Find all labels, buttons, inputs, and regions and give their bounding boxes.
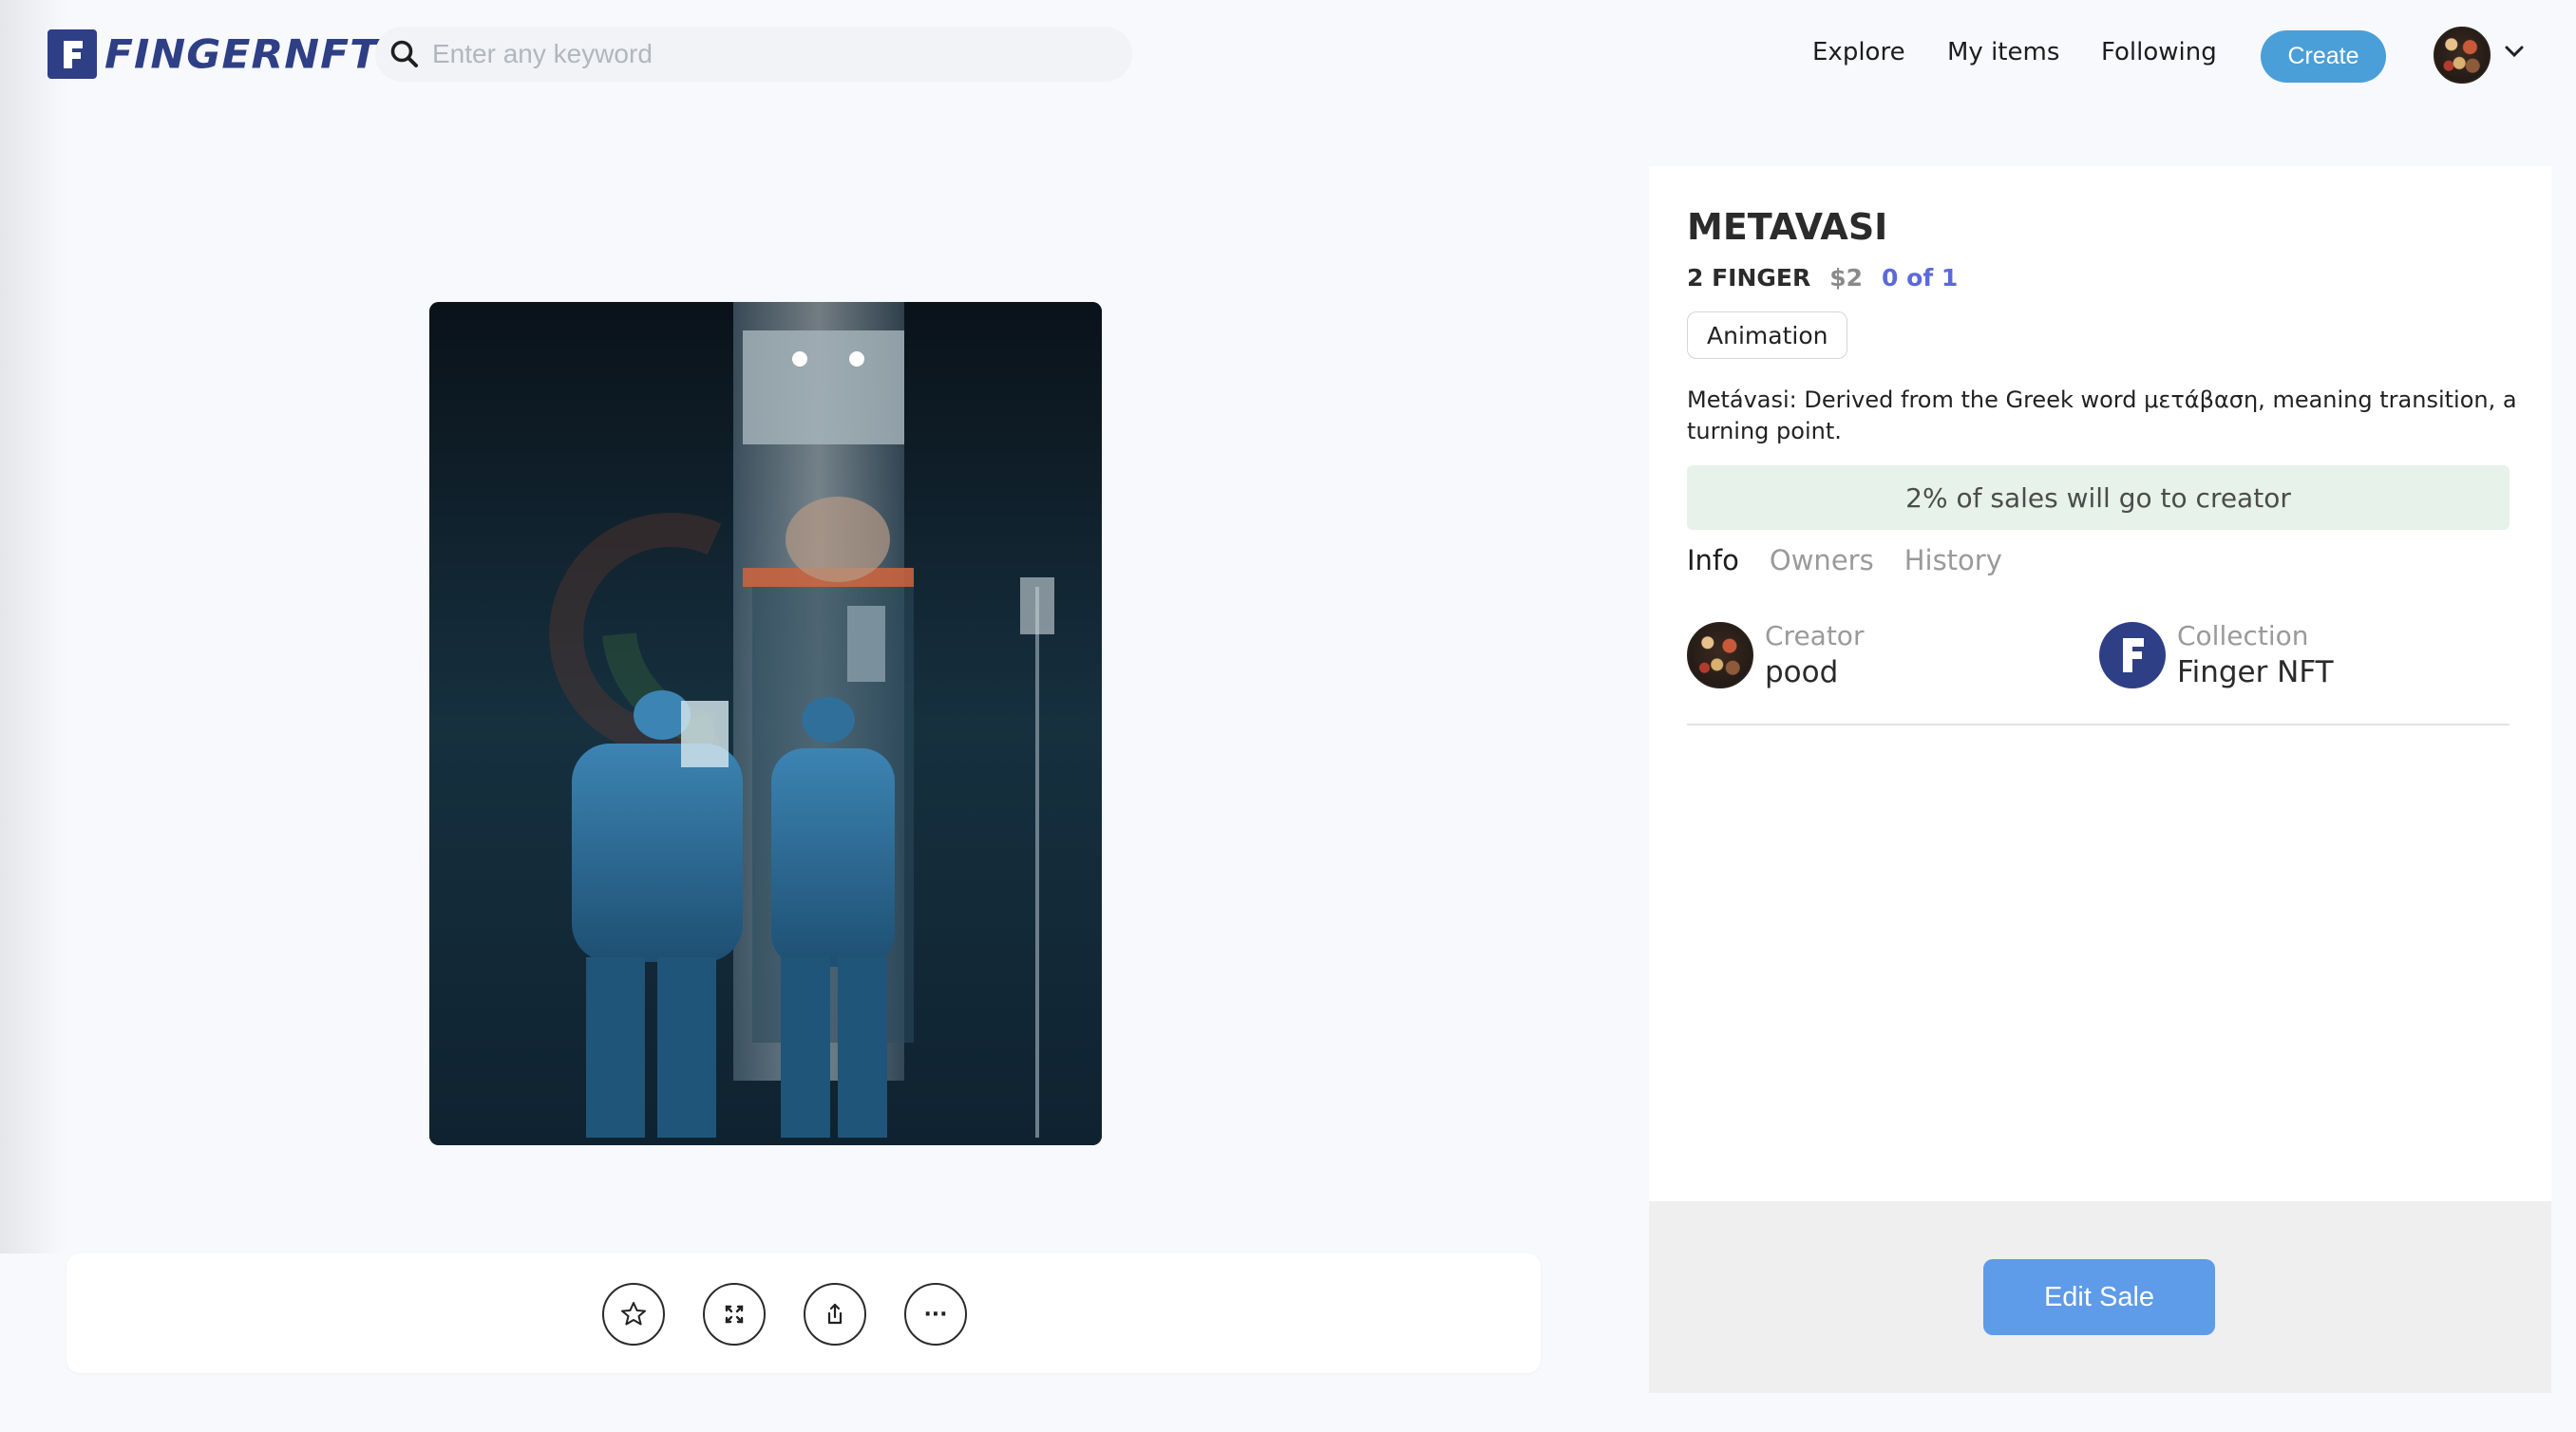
more-dots-icon: ··· xyxy=(923,1302,948,1327)
collection-info[interactable]: Collection Finger NFT xyxy=(2099,620,2334,689)
nav-following[interactable]: Following xyxy=(2101,38,2217,66)
left-edge-shadow xyxy=(0,0,66,1253)
search-input[interactable] xyxy=(432,39,1078,69)
top-header: FINGERNFT Explore My items Following Cre… xyxy=(0,0,2576,112)
royalty-banner: 2% of sales will go to creator xyxy=(1687,465,2510,530)
fingernft-logo[interactable]: FINGERNFT xyxy=(47,29,379,79)
collection-name[interactable]: Finger NFT xyxy=(2177,655,2334,689)
creator-label: Creator xyxy=(1765,620,1865,651)
price-row: 2 FINGER $2 0 of 1 xyxy=(1687,264,1958,292)
more-options-button[interactable]: ··· xyxy=(904,1283,967,1346)
creator-info[interactable]: Creator pood xyxy=(1687,620,1864,689)
collection-logo-icon[interactable] xyxy=(2099,621,2166,688)
category-tag[interactable]: Animation xyxy=(1687,311,1848,359)
logo-f-icon xyxy=(47,29,97,79)
item-description: Metávasi: Derived from the Greek word με… xyxy=(1687,386,2517,444)
nav-explore[interactable]: Explore xyxy=(1812,38,1905,66)
create-button[interactable]: Create xyxy=(2261,30,2386,83)
share-icon xyxy=(827,1303,843,1325)
search-bar[interactable] xyxy=(375,27,1132,82)
artwork-action-bar: ··· xyxy=(66,1253,1541,1373)
info-divider xyxy=(1687,724,2510,725)
price-token: 2 FINGER xyxy=(1687,264,1811,292)
nft-artwork-image[interactable] xyxy=(429,302,1102,1145)
item-details-panel: METAVASI 2 FINGER $2 0 of 1 Animation Me… xyxy=(1649,166,2551,1201)
search-icon xyxy=(390,40,418,67)
chevron-down-icon[interactable] xyxy=(2504,44,2525,59)
edition-count: 0 of 1 xyxy=(1882,264,1959,292)
creator-name[interactable]: pood xyxy=(1765,655,1864,689)
creator-avatar[interactable] xyxy=(1687,621,1753,688)
user-avatar[interactable] xyxy=(2434,27,2491,84)
tab-info[interactable]: Info xyxy=(1687,544,1739,576)
detail-tabs: Info Owners History xyxy=(1687,544,2033,576)
share-button[interactable] xyxy=(804,1283,866,1346)
item-title: METAVASI xyxy=(1687,206,1888,248)
nav-my-items[interactable]: My items xyxy=(1947,38,2059,66)
logo-text: FINGERNFT xyxy=(104,30,380,78)
fullscreen-button[interactable] xyxy=(703,1283,766,1346)
tab-history[interactable]: History xyxy=(1904,544,2002,576)
price-usd: $2 xyxy=(1829,264,1864,292)
tab-owners[interactable]: Owners xyxy=(1770,544,1874,576)
expand-icon xyxy=(725,1305,744,1324)
favorite-button[interactable] xyxy=(602,1283,665,1346)
edit-sale-button[interactable]: Edit Sale xyxy=(1983,1259,2215,1335)
star-icon xyxy=(621,1302,646,1326)
collection-label: Collection xyxy=(2177,620,2309,651)
